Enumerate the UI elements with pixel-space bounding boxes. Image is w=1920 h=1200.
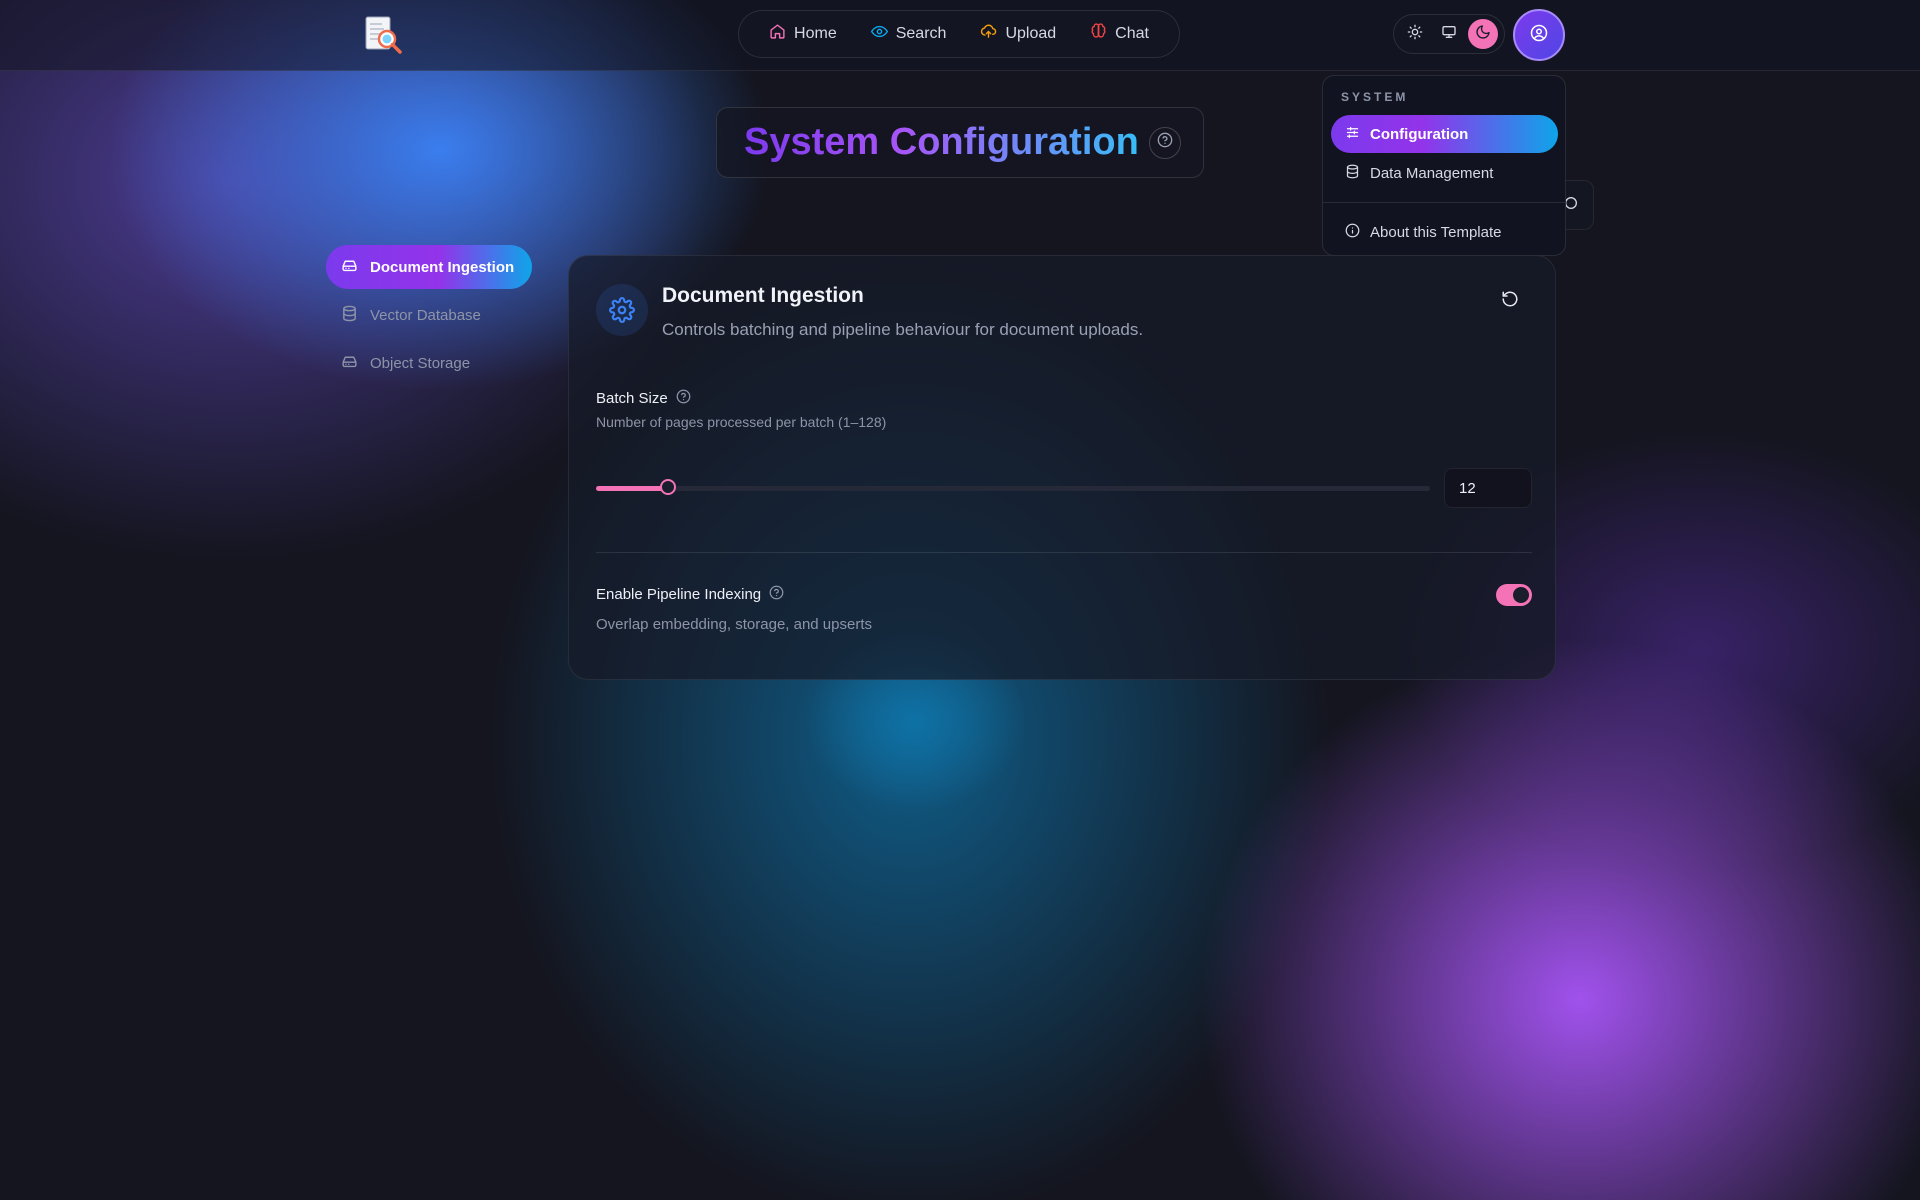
database-icon bbox=[341, 305, 358, 326]
card-title: Document Ingestion bbox=[662, 284, 864, 307]
menu-item-label: About this Template bbox=[1370, 223, 1502, 241]
menu-item-configuration[interactable]: Configuration bbox=[1331, 115, 1558, 153]
main-nav: Home Search Upload Chat bbox=[738, 10, 1180, 58]
menu-item-data-management[interactable]: Data Management bbox=[1331, 154, 1558, 192]
divider bbox=[596, 552, 1532, 553]
gear-icon bbox=[596, 284, 648, 336]
pipeline-toggle[interactable] bbox=[1496, 584, 1532, 606]
toggle-knob bbox=[1513, 587, 1529, 603]
nav-search[interactable]: Search bbox=[859, 15, 959, 53]
pipeline-hint: Overlap embedding, storage, and upserts bbox=[596, 616, 872, 633]
home-icon bbox=[769, 23, 786, 45]
sidebar-item-label: Document Ingestion bbox=[370, 258, 515, 276]
nav-chat-label: Chat bbox=[1115, 25, 1149, 42]
theme-light-button[interactable] bbox=[1400, 19, 1430, 49]
moon-icon bbox=[1475, 24, 1491, 45]
user-circle-icon bbox=[1530, 24, 1548, 47]
nav-home[interactable]: Home bbox=[757, 15, 849, 53]
pipeline-label: Enable Pipeline Indexing bbox=[596, 586, 762, 603]
page-title: System Configuration bbox=[744, 121, 1139, 163]
user-dropdown-menu: SYSTEM Configuration Data Management Abo… bbox=[1322, 75, 1566, 256]
batch-size-input[interactable] bbox=[1444, 468, 1532, 508]
help-circle-icon[interactable] bbox=[676, 389, 691, 408]
eye-icon bbox=[870, 23, 888, 45]
menu-item-label: Data Management bbox=[1370, 164, 1494, 182]
hard-drive-icon bbox=[341, 353, 358, 374]
nav-upload[interactable]: Upload bbox=[968, 15, 1068, 53]
menu-section-heading: SYSTEM bbox=[1341, 90, 1409, 104]
batch-size-slider[interactable] bbox=[596, 479, 1430, 495]
top-navigation-bar: Home Search Upload Chat bbox=[0, 0, 1920, 71]
reset-icon bbox=[1501, 290, 1519, 313]
batch-size-hint: Number of pages processed per batch (1–1… bbox=[596, 414, 887, 430]
help-circle-icon[interactable] bbox=[769, 585, 784, 604]
sidebar-item-vector-database[interactable]: Vector Database bbox=[326, 293, 532, 337]
app-logo-icon[interactable] bbox=[362, 14, 406, 56]
slider-fill bbox=[596, 486, 669, 491]
settings-card: Document Ingestion Controls batching and… bbox=[568, 255, 1556, 680]
monitor-icon bbox=[1441, 24, 1457, 45]
nav-upload-label: Upload bbox=[1005, 25, 1057, 42]
theme-switcher bbox=[1393, 14, 1505, 54]
cloud-upload-icon bbox=[980, 23, 997, 45]
info-icon bbox=[1345, 223, 1360, 242]
database-icon bbox=[1345, 164, 1360, 183]
brain-icon bbox=[1090, 23, 1107, 45]
theme-system-button[interactable] bbox=[1434, 19, 1464, 49]
title-help-button[interactable] bbox=[1148, 126, 1181, 159]
help-circle-icon bbox=[1157, 132, 1173, 153]
sliders-icon bbox=[1345, 125, 1360, 144]
user-menu-button[interactable] bbox=[1513, 9, 1565, 61]
slider-thumb[interactable] bbox=[660, 479, 677, 495]
reset-button[interactable] bbox=[1499, 290, 1521, 312]
nav-search-label: Search bbox=[895, 25, 947, 42]
sidebar-item-label: Vector Database bbox=[370, 306, 481, 324]
theme-dark-button[interactable] bbox=[1468, 19, 1498, 49]
settings-sidebar: Document Ingestion Vector Database Objec… bbox=[326, 245, 532, 389]
menu-item-label: Configuration bbox=[1370, 125, 1469, 143]
card-description: Controls batching and pipeline behaviour… bbox=[662, 320, 1144, 339]
menu-item-about[interactable]: About this Template bbox=[1331, 213, 1558, 251]
hard-drive-icon bbox=[341, 257, 358, 278]
batch-size-label: Batch Size bbox=[596, 390, 668, 407]
sidebar-item-document-ingestion[interactable]: Document Ingestion bbox=[326, 245, 532, 289]
sidebar-item-label: Object Storage bbox=[370, 354, 471, 372]
sun-icon bbox=[1407, 24, 1423, 45]
batch-size-label-row: Batch Size bbox=[596, 389, 691, 408]
menu-divider bbox=[1323, 202, 1565, 203]
page-title-box: System Configuration bbox=[716, 107, 1204, 178]
nav-chat[interactable]: Chat bbox=[1078, 15, 1161, 53]
pipeline-label-row: Enable Pipeline Indexing bbox=[596, 585, 784, 604]
nav-home-label: Home bbox=[794, 25, 837, 42]
sidebar-item-object-storage[interactable]: Object Storage bbox=[326, 341, 532, 385]
